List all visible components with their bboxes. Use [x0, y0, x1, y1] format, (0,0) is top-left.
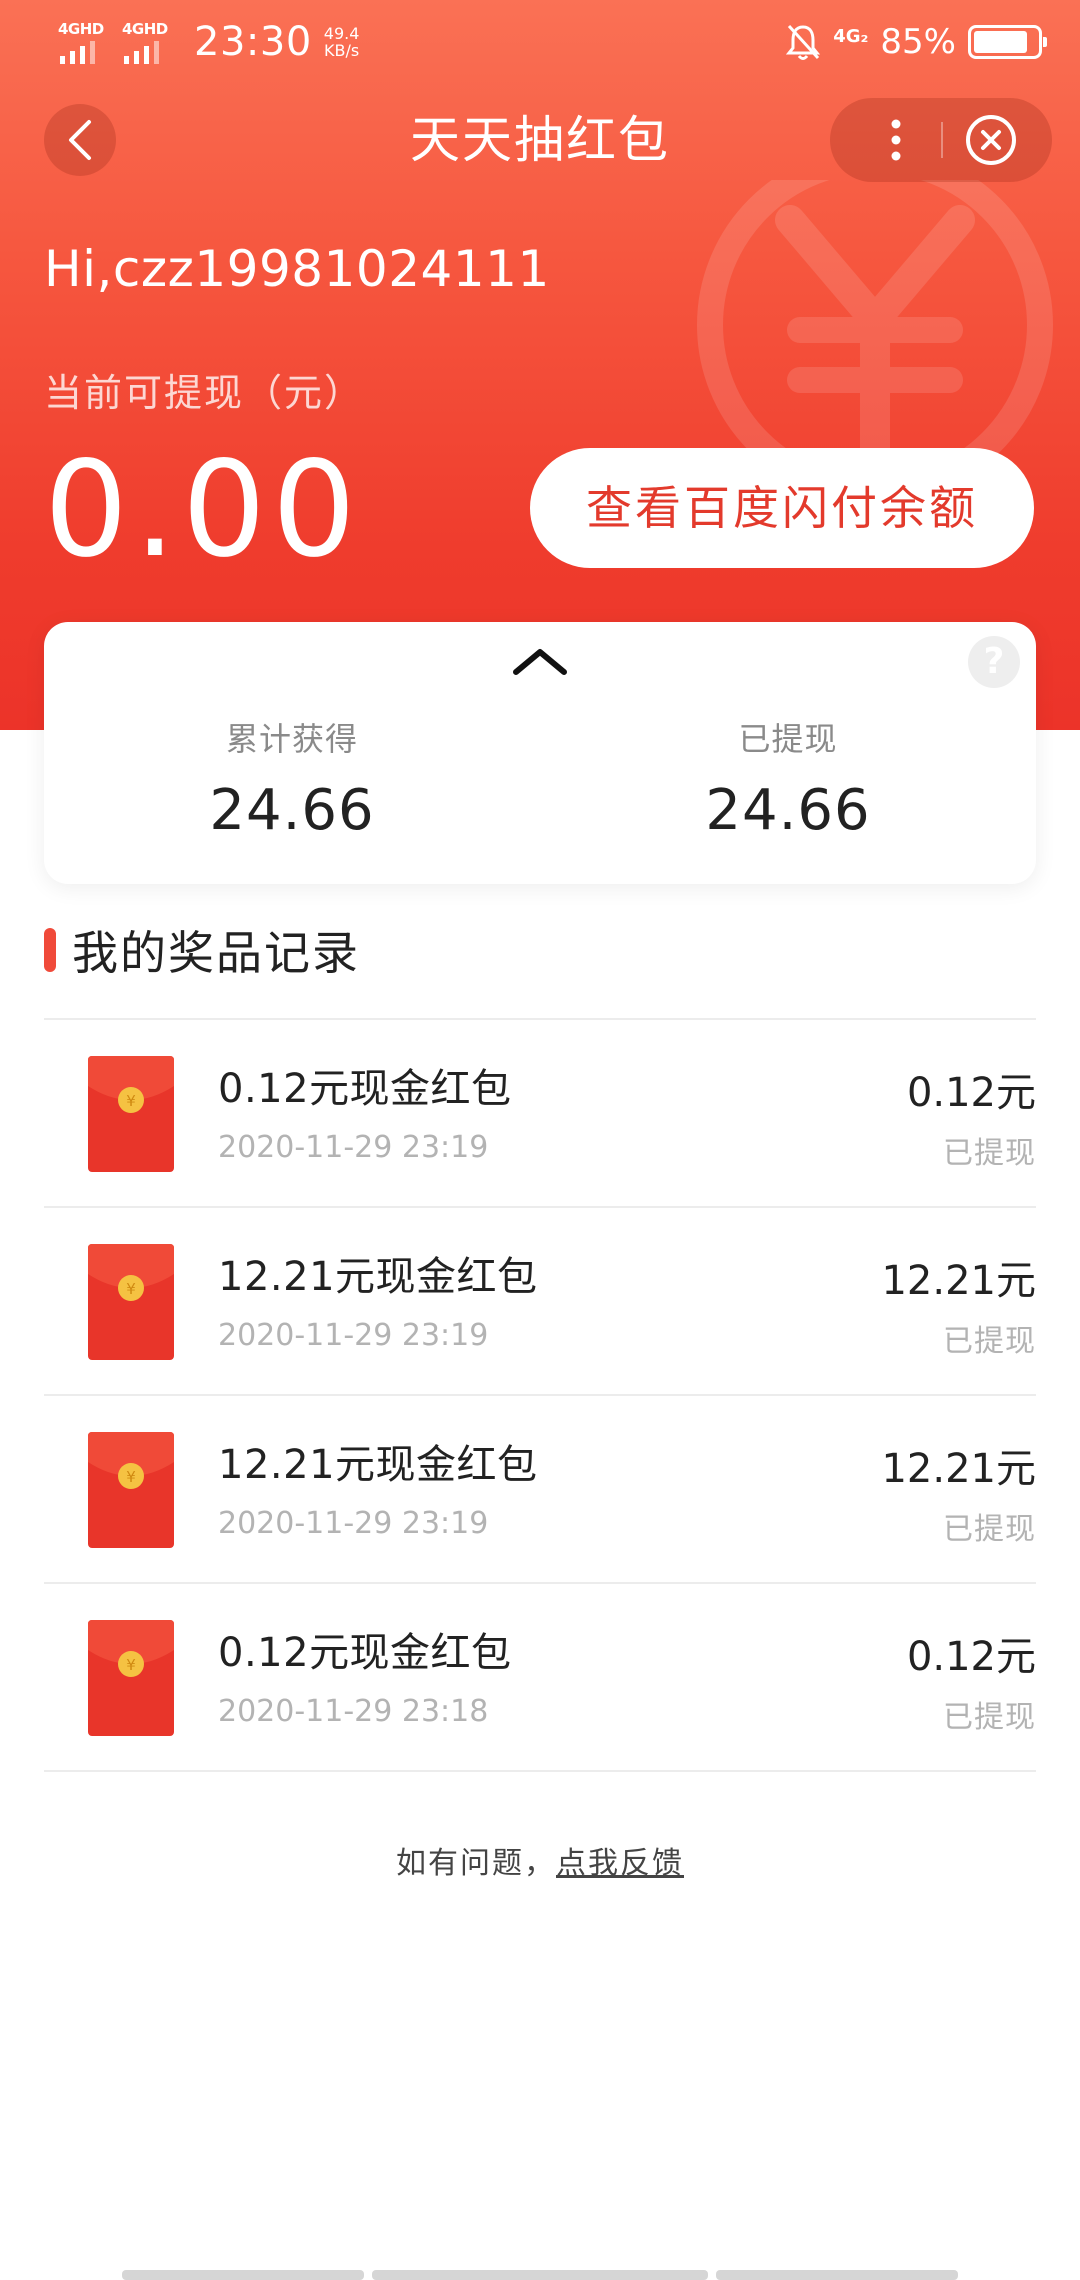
red-envelope-icon: ¥	[88, 1432, 174, 1548]
stats-card: ? 累计获得 24.66 已提现 24.66	[44, 622, 1036, 884]
feedback-link[interactable]: 点我反馈	[556, 1846, 684, 1881]
record-amount: 0.12元	[906, 1070, 1036, 1116]
more-icon	[891, 119, 901, 161]
record-time: 2020-11-29 23:19	[218, 1130, 489, 1165]
red-envelope-icon: ¥	[88, 1620, 174, 1736]
svg-text:¥: ¥	[126, 1656, 136, 1674]
gesture-bar	[716, 2270, 958, 2280]
feedback-line: 如有问题，点我反馈	[0, 1838, 1080, 1882]
help-icon[interactable]: ?	[968, 636, 1020, 688]
record-status: 已提现	[943, 1324, 1036, 1359]
list-item[interactable]: ¥ 0.12元现金红包 2020-11-29 23:19 0.12元 已提现	[44, 1020, 1036, 1208]
close-button[interactable]	[963, 112, 1019, 168]
signal-icon: 4GHD	[122, 18, 180, 66]
section-accent-bar	[44, 928, 56, 972]
mute-bell-icon	[786, 24, 821, 60]
record-name: 12.21元现金红包	[218, 1254, 538, 1300]
balance-amount: 0.00	[44, 433, 362, 587]
record-status: 已提现	[943, 1136, 1036, 1171]
record-time: 2020-11-29 23:18	[218, 1694, 489, 1729]
signal-icon: 4GHD	[58, 18, 116, 66]
record-amount: 0.12元	[906, 1634, 1036, 1680]
feedback-prefix: 如有问题，	[396, 1846, 556, 1881]
status-time: 23:30	[194, 19, 312, 65]
chevron-up-icon[interactable]	[510, 642, 570, 678]
gesture-bar	[372, 2270, 708, 2280]
network-speed: 49.4 KB/s	[324, 25, 360, 59]
prize-record-list: ¥ 0.12元现金红包 2020-11-29 23:19 0.12元 已提现 ¥…	[44, 1018, 1036, 1772]
withdrawn-stat: 已提现 24.66	[540, 714, 1036, 843]
section-title-text: 我的奖品记录	[72, 926, 360, 980]
network-type: 4G₂	[833, 25, 869, 47]
battery-icon	[968, 25, 1047, 59]
record-status: 已提现	[943, 1512, 1036, 1547]
battery-percent: 85%	[880, 22, 956, 62]
list-item[interactable]: ¥ 0.12元现金红包 2020-11-29 23:18 0.12元 已提现	[44, 1584, 1036, 1772]
battery-fill	[974, 31, 1027, 53]
record-time: 2020-11-29 23:19	[218, 1318, 489, 1353]
record-name: 0.12元现金红包	[218, 1630, 512, 1676]
gesture-bar	[122, 2270, 364, 2280]
record-name: 12.21元现金红包	[218, 1442, 538, 1488]
more-button[interactable]	[866, 110, 926, 170]
page-title: 天天抽红包	[410, 111, 670, 169]
back-icon	[69, 120, 91, 160]
section-title: 我的奖品记录	[44, 920, 360, 980]
signal-label: 4GHD	[122, 20, 168, 38]
svg-text:¥: ¥	[126, 1468, 136, 1486]
svg-text:¥: ¥	[126, 1092, 136, 1110]
total-earned-stat: 累计获得 24.66	[44, 714, 540, 843]
close-icon	[966, 115, 1016, 165]
speed-value: 49.4	[323, 24, 360, 43]
total-earned-value: 24.66	[209, 778, 375, 843]
withdrawn-value: 24.66	[705, 778, 871, 843]
list-item[interactable]: ¥ 12.21元现金红包 2020-11-29 23:19 12.21元 已提现	[44, 1396, 1036, 1584]
greeting-text: Hi,czz19981024111	[44, 240, 550, 298]
signal-label: 4GHD	[58, 20, 104, 38]
red-envelope-icon: ¥	[88, 1056, 174, 1172]
withdrawn-label: 已提现	[738, 720, 838, 758]
red-envelope-icon: ¥	[88, 1244, 174, 1360]
capsule-divider	[941, 122, 943, 158]
record-amount: 12.21元	[881, 1446, 1036, 1492]
total-earned-label: 累计获得	[225, 720, 358, 758]
mini-program-capsule	[830, 98, 1052, 182]
back-button[interactable]	[44, 104, 116, 176]
status-bar: 4GHD 4GHD 23:30 49.4 KB/s 4G₂ 85%	[0, 0, 1080, 84]
record-status: 已提现	[943, 1700, 1036, 1735]
view-balance-button[interactable]: 查看百度闪付余额	[530, 448, 1034, 568]
record-amount: 12.21元	[881, 1258, 1036, 1304]
speed-unit: KB/s	[323, 41, 360, 60]
svg-text:¥: ¥	[126, 1280, 136, 1298]
available-label: 当前可提现（元）	[44, 371, 365, 415]
record-name: 0.12元现金红包	[218, 1066, 512, 1112]
list-item[interactable]: ¥ 12.21元现金红包 2020-11-29 23:19 12.21元 已提现	[44, 1208, 1036, 1396]
record-time: 2020-11-29 23:19	[218, 1506, 489, 1541]
